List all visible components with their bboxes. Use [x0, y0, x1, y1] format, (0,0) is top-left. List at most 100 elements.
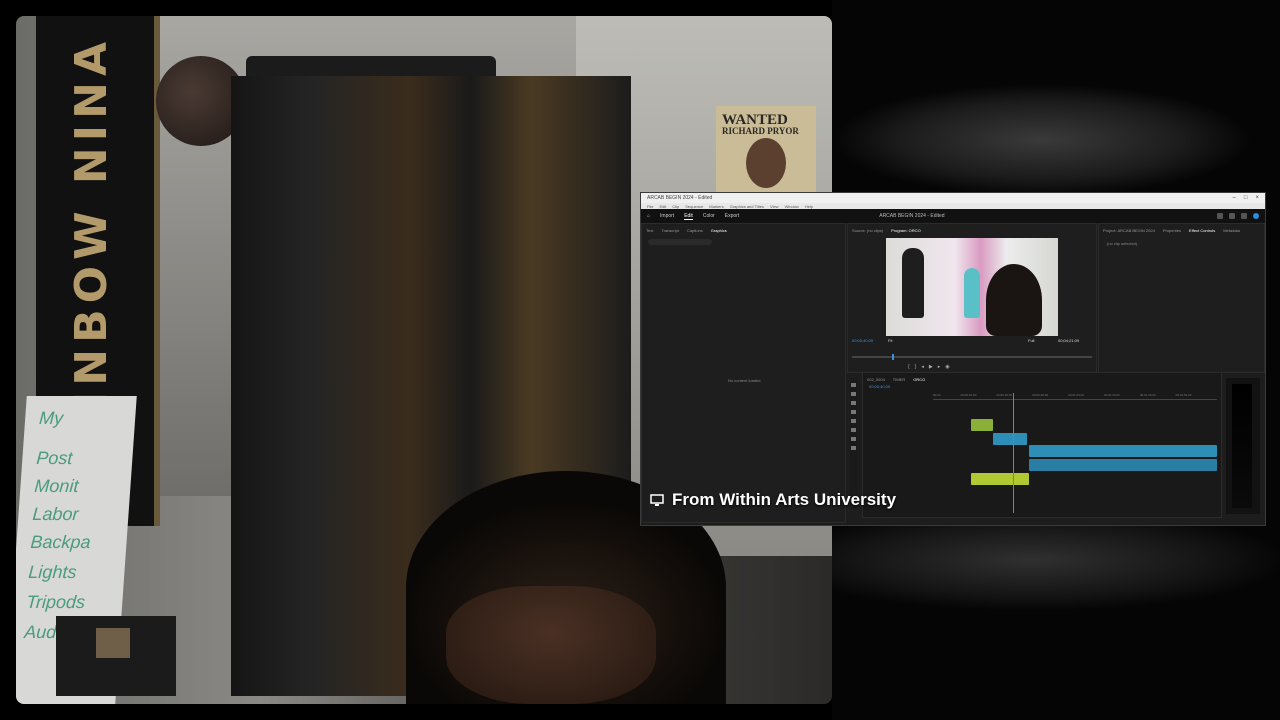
speaker-box — [56, 616, 176, 696]
quick-export-icon[interactable] — [1229, 213, 1235, 219]
quality-select[interactable]: Full — [1028, 338, 1034, 343]
video-preview — [886, 238, 1058, 336]
close-icon[interactable]: × — [1255, 195, 1259, 201]
audio-clip[interactable] — [971, 473, 1029, 485]
tab-metadata[interactable]: Metadata — [1223, 228, 1240, 233]
video-clip[interactable] — [971, 419, 993, 431]
whiteboard-line: Tripods — [25, 592, 86, 612]
video-clip[interactable] — [1029, 445, 1217, 457]
timeline-playhead[interactable] — [1013, 393, 1014, 513]
tab-captions[interactable]: Captions — [687, 228, 703, 233]
effect-controls-panel: Project: ARCAB BEGIN 2024 Properties Eff… — [1098, 223, 1265, 373]
playhead[interactable] — [892, 354, 894, 360]
preview-person-left — [902, 248, 924, 318]
poster-face — [746, 138, 786, 188]
menu-sequence[interactable]: Sequence — [685, 204, 703, 209]
profile-icon[interactable] — [1253, 213, 1259, 219]
mark-in-icon[interactable]: { — [908, 364, 910, 370]
title-bar: ARCAB BEGIN 2024 - Edited – □ × — [641, 193, 1265, 203]
preview-person-right — [986, 264, 1042, 336]
step-back-icon[interactable]: ◂ — [921, 364, 924, 370]
menu-clip[interactable]: Clip — [672, 204, 679, 209]
tools-panel — [850, 378, 858, 508]
time-ruler[interactable]: 00;00 00;00;16;00 00;00;32;00 00;00;48;0… — [933, 393, 1217, 400]
timeline-timecode[interactable]: 00;00;40;09 — [869, 384, 890, 389]
menu-file[interactable]: File — [647, 204, 653, 209]
tab-import[interactable]: Import — [660, 213, 674, 219]
menu-edit[interactable]: Edit — [659, 204, 666, 209]
selection-tool-icon[interactable] — [851, 383, 856, 387]
playback-scrubber[interactable] — [852, 354, 1092, 360]
project-title: ARCAB BEGIN 2024 - Edited — [879, 213, 945, 219]
minimize-icon[interactable]: – — [1233, 195, 1236, 201]
empty-placeholder: No content loaded — [728, 378, 761, 383]
hand-tool-icon[interactable] — [851, 437, 856, 441]
duration-timecode: 00;04;21;09 — [1058, 338, 1080, 343]
whiteboard-line: Labor — [31, 504, 80, 524]
audio-meters — [1226, 378, 1260, 514]
menu-help[interactable]: Help — [805, 204, 813, 209]
transport-controls: { } ◂ ▶ ▸ ◉ — [908, 364, 950, 370]
ruler-mark: 00;00 — [933, 393, 941, 397]
tab-transcript[interactable]: Transcript — [661, 228, 679, 233]
poster-subtitle: RICHARD PRYOR — [722, 126, 799, 136]
whiteboard-line: Monit — [33, 476, 80, 496]
menu-view[interactable]: View — [770, 204, 779, 209]
whiteboard-line: Lights — [27, 562, 78, 582]
graphics-panel: Text Transcript Captions Graphics No con… — [641, 223, 846, 523]
window-title: ARCAB BEGIN 2024 - Edited — [647, 195, 713, 201]
wanted-poster: WANTED RICHARD PRYOR — [716, 106, 816, 196]
workspace-icon[interactable] — [1217, 213, 1223, 219]
caption-overlay: From Within Arts University — [650, 490, 896, 510]
ruler-mark: 00;00;16;00 — [960, 393, 977, 397]
tab-source[interactable]: Source: (no clips) — [852, 228, 883, 233]
preview-child — [964, 268, 980, 318]
video-clip[interactable] — [993, 433, 1027, 445]
menu-markers[interactable]: Markers — [709, 204, 723, 209]
tab-text[interactable]: Text — [646, 228, 653, 233]
pen-tool-icon[interactable] — [851, 428, 856, 432]
type-tool-icon[interactable] — [851, 446, 856, 450]
tab-project[interactable]: Project: ARCAB BEGIN 2024 — [1103, 228, 1155, 233]
whiteboard-line: Backpa — [29, 532, 92, 552]
person-face — [446, 586, 656, 704]
step-forward-icon[interactable]: ▸ — [938, 364, 941, 370]
fit-select[interactable]: Fit — [888, 338, 892, 343]
maximize-icon[interactable]: □ — [1244, 195, 1248, 201]
track-select-icon[interactable] — [851, 392, 856, 396]
tab-export[interactable]: Export — [725, 213, 739, 219]
menu-window[interactable]: Window — [785, 204, 799, 209]
audio-clip[interactable] — [1029, 459, 1217, 471]
no-clip-label: (no clip selected) — [1107, 241, 1138, 246]
sequence-tab[interactable]: 002_0004 — [867, 377, 885, 382]
audio-level-bar — [1232, 384, 1252, 508]
caption-text: From Within Arts University — [672, 490, 897, 509]
tab-graphics[interactable]: Graphics — [711, 228, 727, 233]
box-label — [96, 628, 130, 658]
ruler-mark: 00;00;48;00 — [1032, 393, 1049, 397]
ripple-edit-icon[interactable] — [851, 401, 856, 405]
search-input[interactable] — [648, 239, 712, 245]
sequence-tab[interactable]: TIMER — [893, 377, 905, 382]
export-frame-icon[interactable]: ◉ — [945, 364, 949, 370]
tab-edit[interactable]: Edit — [684, 213, 693, 220]
timeline-panel: 002_0004 TIMER ORCO 00;00;40;09 00;00 00… — [862, 372, 1222, 518]
program-monitor: Source: (no clips) Program: ORCO 00;00;4… — [847, 223, 1097, 373]
tab-program[interactable]: Program: ORCO — [891, 228, 921, 233]
mark-out-icon[interactable]: } — [915, 364, 917, 370]
tab-properties[interactable]: Properties — [1163, 228, 1181, 233]
razor-tool-icon[interactable] — [851, 410, 856, 414]
ruler-mark: 00;01;20;02 — [1103, 393, 1120, 397]
current-timecode[interactable]: 00;00;40;09 — [852, 338, 873, 343]
sequence-tab[interactable]: ORCO — [913, 377, 925, 382]
whiteboard-line: My — [38, 408, 64, 428]
toolbar-icons — [1217, 213, 1265, 219]
whiteboard-line: Post — [35, 448, 74, 468]
tab-color[interactable]: Color — [703, 213, 715, 219]
tab-effect-controls[interactable]: Effect Controls — [1189, 228, 1215, 233]
play-icon[interactable]: ▶ — [929, 364, 933, 370]
menu-graphics[interactable]: Graphics and Titles — [730, 204, 764, 209]
home-icon[interactable]: ⌂ — [647, 213, 650, 219]
share-icon[interactable] — [1241, 213, 1247, 219]
slip-tool-icon[interactable] — [851, 419, 856, 423]
